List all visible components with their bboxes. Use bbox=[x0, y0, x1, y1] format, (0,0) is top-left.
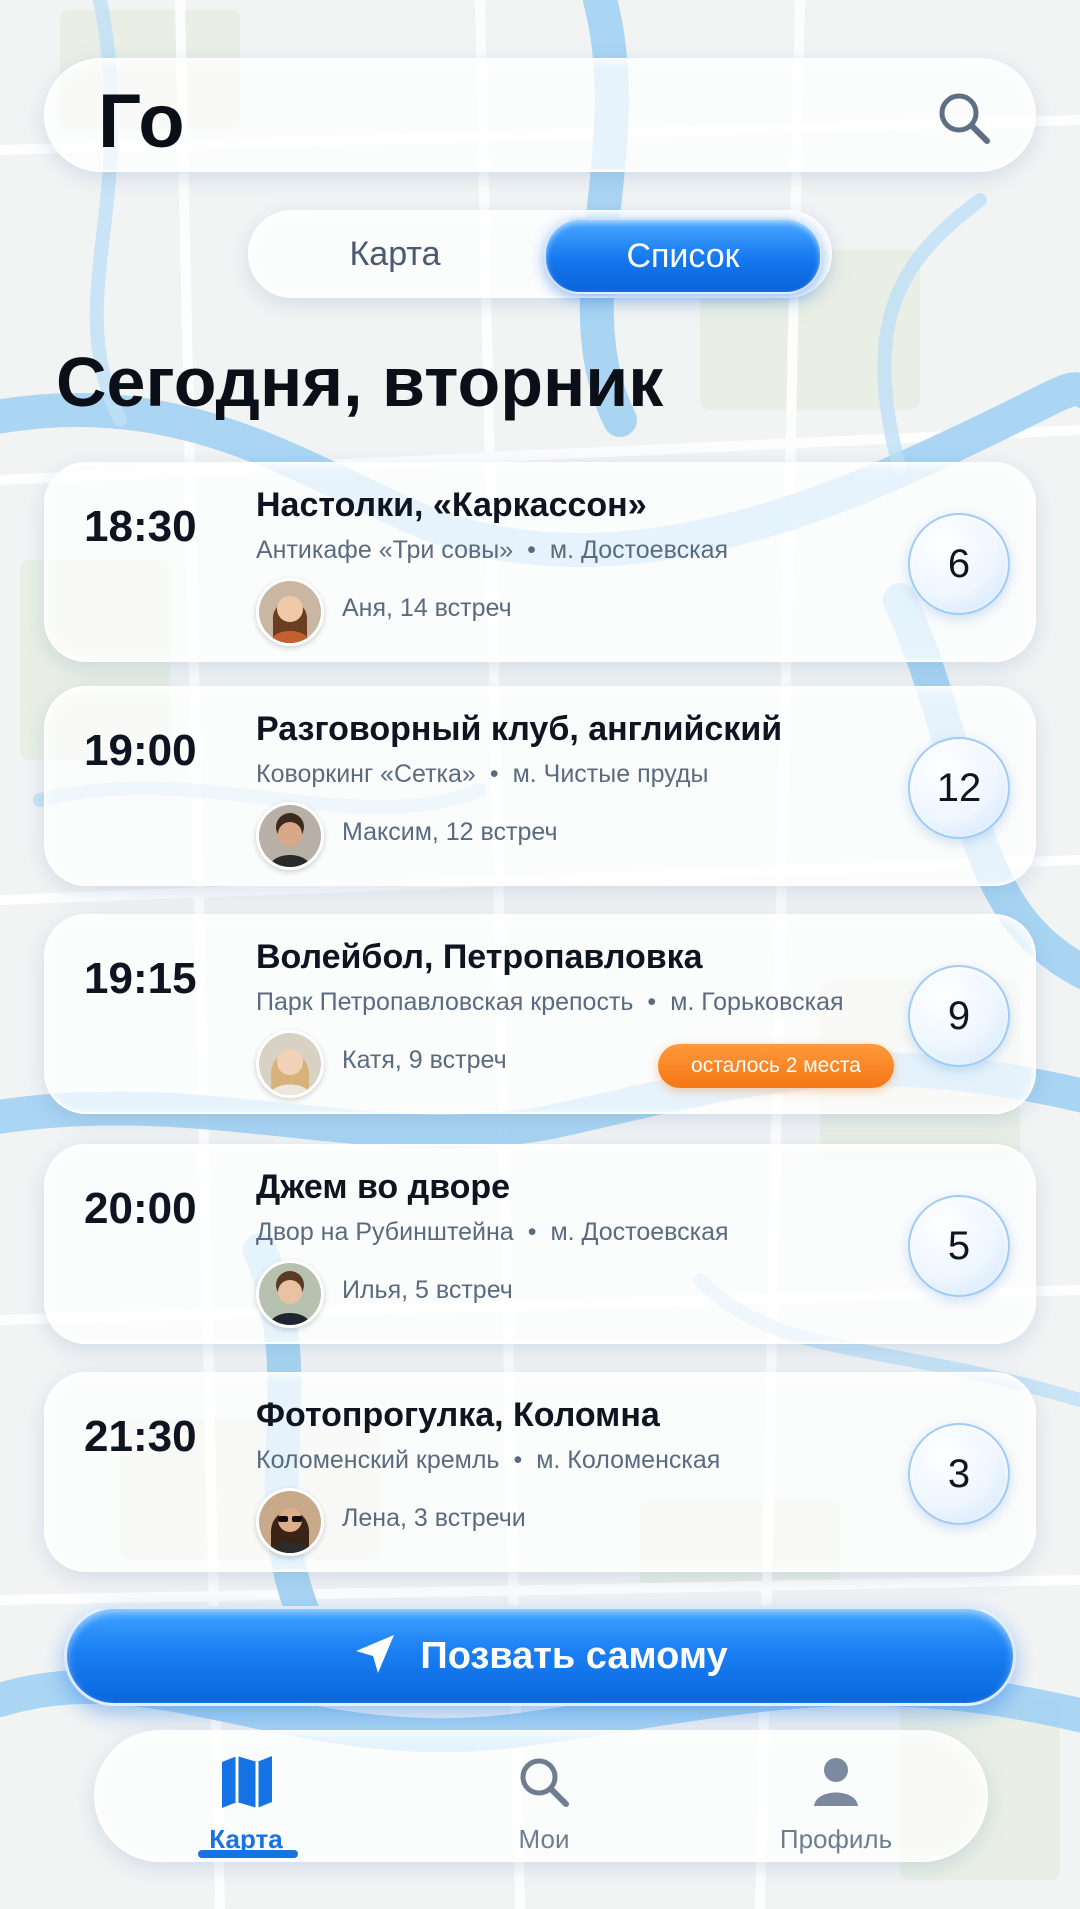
separator: • bbox=[489, 760, 499, 788]
event-host: Аня, 14 встреч bbox=[342, 594, 512, 622]
event-title: Фотопрогулка, Коломна bbox=[256, 1396, 660, 1434]
event-card[interactable]: 19:15 Волейбол, Петропавловка Парк Петро… bbox=[44, 914, 1036, 1114]
event-host: Максим, 12 встреч bbox=[342, 818, 558, 846]
event-time: 19:00 bbox=[84, 726, 197, 775]
profile-icon bbox=[814, 1758, 858, 1806]
event-place: Двор на Рубинштейна bbox=[256, 1218, 514, 1246]
event-location: Коворкинг «Сетка» • м. Чистые пруды bbox=[256, 760, 708, 789]
participants-count: 9 bbox=[908, 965, 1010, 1067]
participants-count: 6 bbox=[908, 513, 1010, 615]
invite-button-label: Позвать самому bbox=[420, 1634, 728, 1677]
event-time: 19:15 bbox=[84, 954, 197, 1003]
participants-count: 12 bbox=[908, 737, 1010, 839]
event-time: 20:00 bbox=[84, 1184, 197, 1233]
map-icon bbox=[222, 1756, 272, 1808]
avatar[interactable] bbox=[256, 1488, 324, 1556]
avatar[interactable] bbox=[256, 1260, 324, 1328]
navigation-arrow-icon bbox=[352, 1631, 398, 1682]
tab-map[interactable]: Карта bbox=[260, 218, 530, 290]
event-card[interactable]: 21:30 Фотопрогулка, Коломна Коломенский … bbox=[44, 1372, 1036, 1572]
event-location: Парк Петропавловская крепость • м. Горьков… bbox=[256, 988, 844, 1017]
separator: • bbox=[513, 1446, 523, 1474]
event-card[interactable]: 19:00 Разговорный клуб, английский Ковор… bbox=[44, 686, 1036, 886]
event-location: Коломенский кремль • м. Коломенская bbox=[256, 1446, 720, 1475]
event-metro: м. Достоевская bbox=[550, 1218, 729, 1246]
event-time: 18:30 bbox=[84, 502, 197, 551]
event-card[interactable]: 18:30 Настолки, «Каркассон» Антикафе «Тр… bbox=[44, 462, 1036, 662]
nav-item-map[interactable]: Карта bbox=[156, 1750, 336, 1854]
event-place: Антикафе «Три совы» bbox=[256, 536, 514, 564]
nav-label-profile: Профиль bbox=[779, 1824, 893, 1854]
event-location: Антикафе «Три совы» • м. Достоевская bbox=[256, 536, 728, 565]
bottom-navigation: Карта Мои Профиль bbox=[94, 1730, 988, 1862]
event-place: Парк Петропавловская крепость bbox=[256, 988, 634, 1016]
separator: • bbox=[527, 1218, 537, 1246]
event-metro: м. Достоевская bbox=[549, 536, 729, 564]
nav-label-mine: Мои bbox=[518, 1824, 570, 1854]
separator: • bbox=[527, 536, 536, 564]
avatar[interactable] bbox=[256, 802, 324, 870]
seats-left-badge: осталось 2 места bbox=[658, 1044, 894, 1088]
event-metro: м. Коломенская bbox=[536, 1446, 721, 1474]
event-location: Двор на Рубинштейна • м. Достоевская bbox=[256, 1218, 729, 1247]
avatar[interactable] bbox=[256, 578, 324, 646]
event-title: Настолки, «Каркассон» bbox=[256, 486, 647, 524]
event-metro: м. Чистые пруды bbox=[512, 760, 709, 788]
event-title: Разговорный клуб, английский bbox=[256, 710, 783, 748]
event-title: Волейбол, Петропавловка bbox=[256, 938, 703, 976]
event-host: Лена, 3 встречи bbox=[342, 1504, 526, 1532]
event-place: Коворкинг «Сетка» bbox=[256, 760, 476, 788]
search-icon[interactable] bbox=[934, 88, 994, 148]
invite-button[interactable]: Позвать самому bbox=[64, 1606, 1016, 1706]
active-tab-indicator bbox=[198, 1850, 298, 1858]
event-host: Катя, 9 встреч bbox=[342, 1046, 507, 1074]
participants-count: 3 bbox=[908, 1423, 1010, 1525]
view-toggle: Карта Список bbox=[248, 210, 832, 298]
event-card[interactable]: 20:00 Джем во дворе Двор на Рубинштейна •… bbox=[44, 1144, 1036, 1344]
event-place: Коломенский кремль bbox=[256, 1446, 500, 1474]
event-time: 21:30 bbox=[84, 1412, 197, 1461]
top-search-bar: Го bbox=[44, 58, 1036, 172]
event-host: Илья, 5 встреч bbox=[342, 1276, 513, 1304]
nav-item-mine[interactable]: Мои bbox=[454, 1750, 634, 1854]
app-title: Го bbox=[98, 79, 186, 164]
event-metro: м. Горьковская bbox=[670, 988, 844, 1016]
nav-item-profile[interactable]: Профиль bbox=[746, 1750, 926, 1854]
avatar[interactable] bbox=[256, 1030, 324, 1098]
search-icon bbox=[520, 1758, 569, 1807]
event-title: Джем во дворе bbox=[256, 1168, 511, 1206]
participants-count: 5 bbox=[908, 1195, 1010, 1297]
day-heading: Сегодня, вторник bbox=[56, 343, 664, 421]
separator: • bbox=[647, 988, 657, 1016]
tab-list[interactable]: Список bbox=[544, 218, 822, 294]
